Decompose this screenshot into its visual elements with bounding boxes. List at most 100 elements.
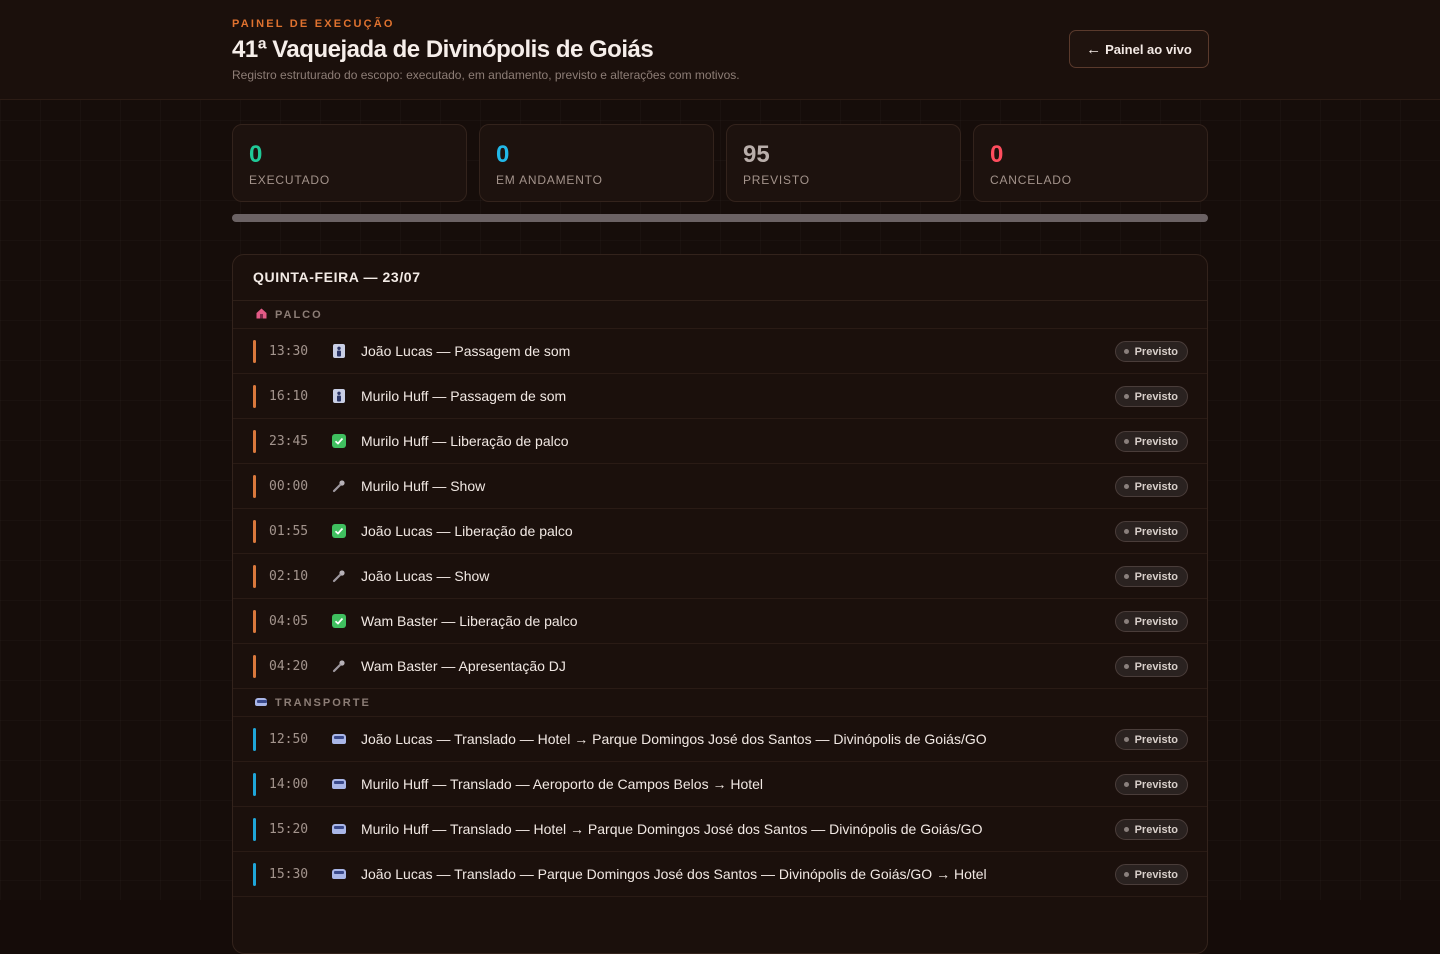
row-description: Murilo Huff — Show <box>361 478 486 494</box>
status-dot <box>1123 574 1129 579</box>
status-badge[interactable]: Previsto <box>1114 819 1188 840</box>
check-icon <box>331 433 347 449</box>
arrow-left-icon: ← <box>1086 40 1102 58</box>
schedule-row[interactable]: 00:00 Murilo Huff — Show Previsto <box>233 464 1207 509</box>
schedule-row[interactable]: 23:45 Murilo Huff — Liberação de palco Pre… <box>233 419 1207 464</box>
page-subtitle: Registro estruturado do escopo: executad… <box>232 68 740 82</box>
schedule-row[interactable]: 01:55 João Lucas — Liberação de palco Prev… <box>233 509 1207 554</box>
row-time: 00:00 <box>269 478 309 494</box>
row-time: 15:20 <box>269 821 309 837</box>
row-time: 15:30 <box>269 866 309 882</box>
check-icon <box>331 523 347 539</box>
row-time: 04:20 <box>269 658 309 674</box>
row-description: Murilo Huff — Passagem de som <box>361 388 567 404</box>
row-description: Murilo Huff — Translado — Hotel → Parque… <box>361 821 983 837</box>
row-time: 12:50 <box>269 731 309 747</box>
status-badge[interactable]: Previsto <box>1114 656 1188 677</box>
schedule-row[interactable]: 14:00 Murilo Huff — Translado — Aeroporto… <box>233 762 1207 807</box>
row-time: 23:45 <box>269 433 309 449</box>
status-badge[interactable]: Previsto <box>1114 431 1188 452</box>
schedule-row[interactable]: 15:20 Murilo Huff — Translado — Hotel → P… <box>233 807 1207 852</box>
status-dot <box>1123 619 1129 624</box>
row-description: João Lucas — Translado — Hotel → Parque … <box>361 731 987 747</box>
status-badge[interactable]: Previsto <box>1114 566 1188 587</box>
status-dot <box>1123 484 1129 489</box>
page-title: 41ª Vaquejada de Divinópolis de Goiás <box>232 36 654 63</box>
page-eyebrow: PAINEL DE EXECUÇÃO <box>232 18 395 30</box>
schedule-row[interactable]: 12:50 João Lucas — Translado — Hotel → Pa… <box>233 717 1207 762</box>
category-accent-bar <box>253 863 256 886</box>
status-badge[interactable]: Previsto <box>1114 864 1188 885</box>
group-header-transporte: TRANSPORTE <box>233 689 1207 717</box>
row-description: Murilo Huff — Translado — Aeroporto de C… <box>361 776 764 792</box>
status-badge[interactable]: Previsto <box>1114 774 1188 795</box>
stat-label: PREVISTO <box>743 173 810 187</box>
category-accent-bar <box>253 340 256 363</box>
status-dot <box>1123 394 1129 399</box>
status-label: Previsto <box>1134 778 1178 791</box>
stat-value: 0 <box>496 141 510 168</box>
status-dot <box>1123 737 1129 742</box>
status-badge[interactable]: Previsto <box>1114 729 1188 750</box>
stage-icon <box>255 308 267 322</box>
row-description: João Lucas — Liberação de palco <box>361 523 573 539</box>
row-time: 16:10 <box>269 388 309 404</box>
status-badge[interactable]: Previsto <box>1114 386 1188 407</box>
category-accent-bar <box>253 773 256 796</box>
schedule-groups: PALCO 13:30 João Lucas — Passagem de som Pr… <box>233 301 1207 897</box>
day-card: QUINTA-FEIRA — 23/07 PALCO 13:30 João Luca… <box>232 254 1208 954</box>
bus-icon <box>331 821 347 837</box>
status-dot <box>1123 439 1129 444</box>
stat-card-executado: 0 EXECUTADO <box>232 124 467 202</box>
status-label: Previsto <box>1134 525 1178 538</box>
row-description: Wam Baster — Apresentação DJ <box>361 658 566 674</box>
person-icon <box>331 343 347 359</box>
status-dot <box>1123 872 1129 877</box>
status-label: Previsto <box>1134 570 1178 583</box>
status-label: Previsto <box>1134 823 1178 836</box>
status-badge[interactable]: Previsto <box>1114 341 1188 362</box>
schedule-row[interactable]: 15:30 João Lucas — Translado — Parque Dom… <box>233 852 1207 897</box>
row-time: 02:10 <box>269 568 309 584</box>
stat-value: 95 <box>743 141 770 168</box>
status-label: Previsto <box>1134 868 1178 881</box>
stat-card-em-andamento: 0 EM ANDAMENTO <box>479 124 714 202</box>
category-accent-bar <box>253 565 256 588</box>
live-panel-button[interactable]: ← Painel ao vivo <box>1069 30 1209 68</box>
category-accent-bar <box>253 655 256 678</box>
stat-value: 0 <box>990 141 1004 168</box>
page-header: PAINEL DE EXECUÇÃO 41ª Vaquejada de Divi… <box>0 0 1440 100</box>
status-badge[interactable]: Previsto <box>1114 521 1188 542</box>
schedule-row[interactable]: 04:20 Wam Baster — Apresentação DJ Previst… <box>233 644 1207 689</box>
status-label: Previsto <box>1134 615 1178 628</box>
schedule-row[interactable]: 16:10 Murilo Huff — Passagem de som Previs… <box>233 374 1207 419</box>
schedule-row[interactable]: 04:05 Wam Baster — Liberação de palco Prev… <box>233 599 1207 644</box>
check-icon <box>331 613 347 629</box>
row-description: João Lucas — Show <box>361 568 490 584</box>
row-description: Murilo Huff — Liberação de palco <box>361 433 569 449</box>
status-label: Previsto <box>1134 435 1178 448</box>
day-title: QUINTA-FEIRA — 23/07 <box>233 255 1207 301</box>
group-title: PALCO <box>275 308 323 321</box>
status-badge[interactable]: Previsto <box>1114 611 1188 632</box>
category-accent-bar <box>253 728 256 751</box>
microphone-icon <box>331 568 347 584</box>
category-accent-bar <box>253 818 256 841</box>
status-badge[interactable]: Previsto <box>1114 476 1188 497</box>
bus-icon <box>331 866 347 882</box>
microphone-icon <box>331 658 347 674</box>
schedule-row[interactable]: 13:30 João Lucas — Passagem de som Previst… <box>233 329 1207 374</box>
bus-icon <box>331 776 347 792</box>
stat-label: EM ANDAMENTO <box>496 173 603 187</box>
stat-value: 0 <box>249 141 263 168</box>
category-accent-bar <box>253 430 256 453</box>
status-label: Previsto <box>1134 390 1178 403</box>
row-description: João Lucas — Passagem de som <box>361 343 571 359</box>
row-time: 14:00 <box>269 776 309 792</box>
row-time: 01:55 <box>269 523 309 539</box>
row-time: 13:30 <box>269 343 309 359</box>
stat-card-cancelado: 0 CANCELADO <box>973 124 1208 202</box>
bus-icon <box>255 697 267 709</box>
schedule-row[interactable]: 02:10 João Lucas — Show Previsto <box>233 554 1207 599</box>
status-dot <box>1123 349 1129 354</box>
